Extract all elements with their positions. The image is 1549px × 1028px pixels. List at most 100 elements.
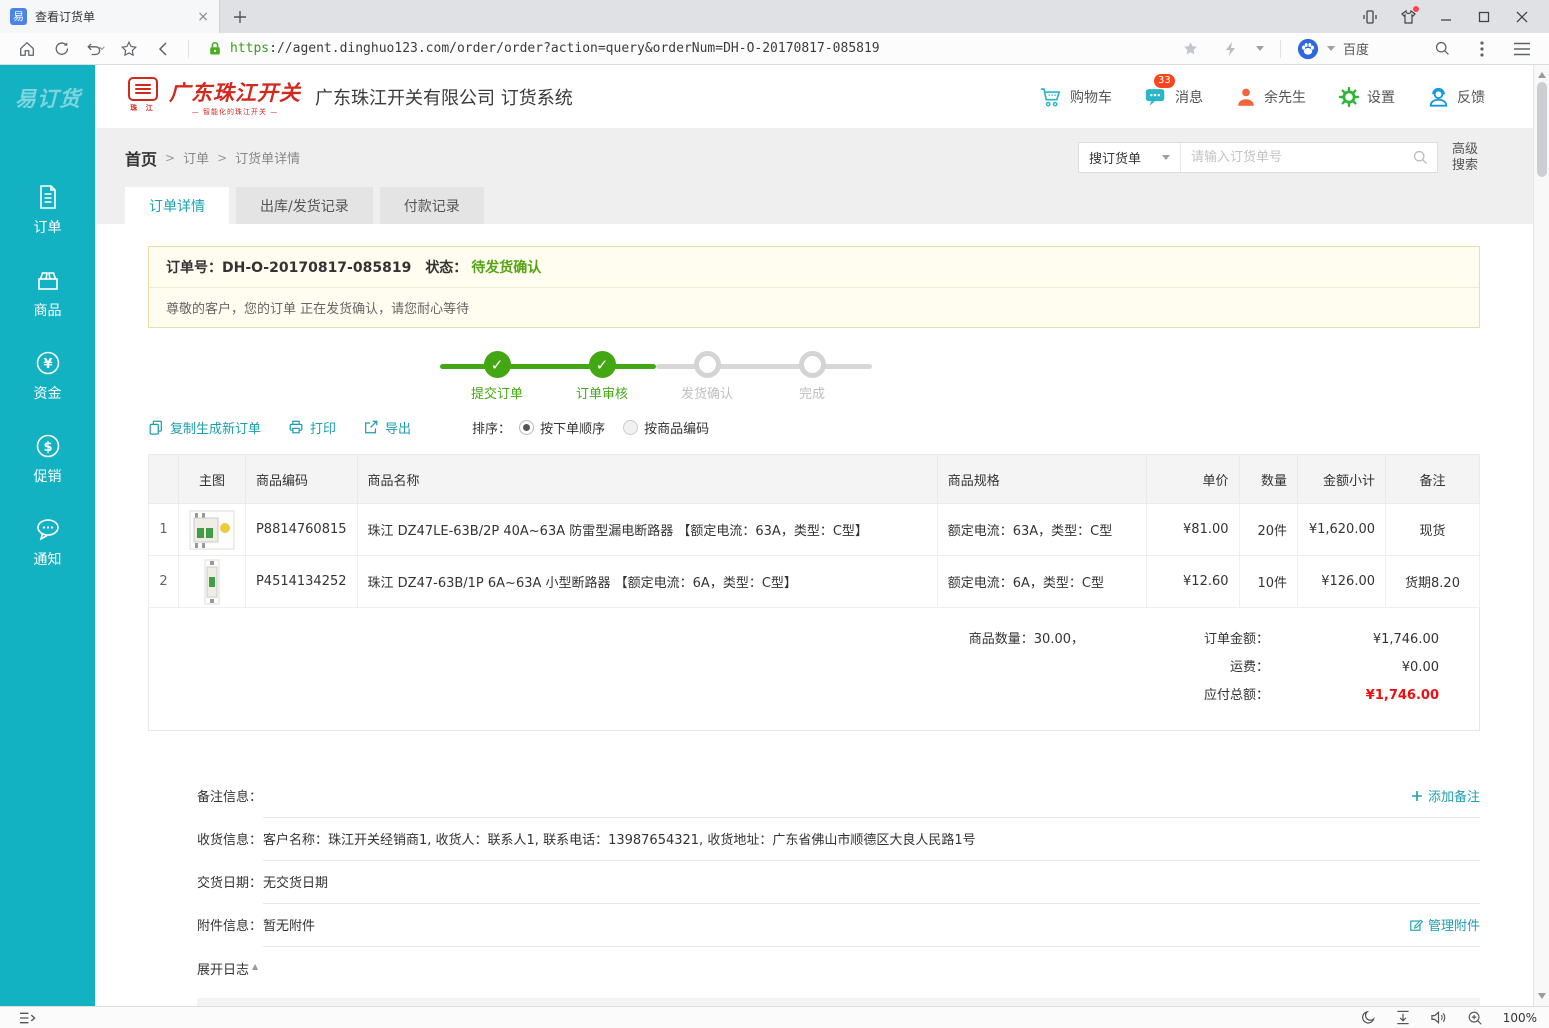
close-tab-icon[interactable]: × — [197, 10, 209, 24]
radio-selected-icon — [519, 420, 534, 435]
col-thumb: 主图 — [178, 455, 245, 504]
order-search-input[interactable] — [1181, 143, 1403, 172]
add-remark-button[interactable]: 添加备注 — [1411, 786, 1480, 805]
toolbar-divider — [1280, 40, 1281, 58]
refresh-icon[interactable] — [46, 36, 76, 62]
sidebar-item-products[interactable]: 商品 — [34, 266, 62, 320]
zoom-level[interactable]: 100% — [1503, 1011, 1537, 1025]
extensions-bolt-icon[interactable] — [1216, 36, 1246, 62]
tab-order-detail[interactable]: 订单详情 — [125, 187, 229, 224]
search-engine-selector[interactable]: 百度 — [1297, 38, 1369, 60]
zoom-icon[interactable] — [1467, 1010, 1483, 1026]
print-button[interactable]: 打印 — [288, 418, 336, 437]
bookmark-star-icon[interactable] — [114, 36, 144, 62]
product-qty: 10件 — [1239, 556, 1298, 608]
feedback-button[interactable]: 反馈 — [1427, 86, 1485, 108]
chevron-down-icon[interactable] — [1256, 46, 1264, 51]
maximize-button[interactable] — [1465, 0, 1503, 33]
breadcrumb-orders[interactable]: 订单 — [183, 148, 209, 167]
yuan-circle-icon: ¥ — [34, 349, 62, 377]
remark-section: 备注信息： 添加备注 — [148, 777, 1480, 820]
status-value: 待发货确认 — [471, 260, 541, 276]
product-thumbnail[interactable] — [178, 504, 245, 556]
search-category-dropdown[interactable]: 搜订货单 — [1079, 143, 1181, 172]
export-icon — [363, 419, 379, 435]
tab-payment-records[interactable]: 付款记录 — [380, 187, 484, 224]
document-icon — [34, 183, 62, 211]
product-subtotal: ¥126.00 — [1298, 556, 1386, 608]
product-code: P4514134252 — [245, 556, 357, 608]
new-tab-button[interactable] — [220, 0, 260, 33]
advanced-search-link[interactable]: 高级搜索 — [1450, 142, 1480, 174]
breadcrumb-separator: > — [165, 151, 175, 165]
attachment-value: 暂无附件 — [263, 915, 1409, 934]
edit-icon — [1409, 918, 1423, 932]
breadcrumb-row: 首页 > 订单 > 订货单详情 搜订货单 高级搜索 — [95, 128, 1533, 187]
shipping-label: 收货信息： — [197, 820, 263, 848]
tab-shipping-records[interactable]: 出库/发货记录 — [236, 187, 373, 224]
hamburger-menu-icon[interactable] — [1507, 36, 1537, 62]
cart-icon — [1039, 85, 1063, 108]
copy-order-button[interactable]: 复制生成新订单 — [148, 418, 261, 437]
radio-unselected-icon — [623, 420, 638, 435]
address-bar[interactable]: https://agent.dinghuo123.com/order/order… — [199, 40, 1172, 57]
kebab-menu-icon[interactable] — [1467, 36, 1497, 62]
messages-button[interactable]: 33 消息 — [1144, 85, 1203, 108]
search-submit-icon[interactable] — [1403, 143, 1437, 172]
sort-by-order-radio[interactable]: 按下单顺序 — [519, 418, 605, 437]
check-icon — [484, 351, 511, 378]
order-detail-panel: 订单号：DH-O-20170817-085819状态：待发货确认 尊敬的客户，您… — [95, 224, 1533, 1006]
order-actions-row: 复制生成新订单 打印 导出 排序： 按下单顺序 按商品编码 — [148, 414, 1480, 440]
status-label: 状态： — [425, 260, 467, 276]
sidebar-item-orders[interactable]: 订单 — [34, 183, 62, 237]
account-button[interactable]: 余先生 — [1235, 86, 1306, 108]
package-icon — [34, 266, 62, 294]
close-window-button[interactable] — [1503, 0, 1541, 33]
night-mode-icon[interactable] — [1361, 1010, 1376, 1025]
cart-button[interactable]: 购物车 — [1039, 85, 1112, 108]
browser-tab[interactable]: 易 查看订货单 × — [0, 0, 220, 33]
product-name: 珠江 DZ47-63B/1P 6A~63A 小型断路器 【额定电流：6A，类型：… — [357, 556, 937, 608]
col-subtotal: 金额小计 — [1298, 455, 1386, 504]
shipping-section: 收货信息： 客户名称：珠江开关经销商1, 收货人：联系人1, 联系电话：1398… — [148, 820, 1480, 863]
scrollbar-thumb[interactable] — [1537, 82, 1547, 177]
nav-label: 设置 — [1367, 87, 1395, 107]
skin-theme-icon[interactable] — [1389, 0, 1427, 33]
export-button[interactable]: 导出 — [363, 418, 411, 437]
home-icon[interactable] — [12, 36, 42, 62]
sidebar-item-funds[interactable]: ¥ 资金 — [34, 349, 62, 403]
delivery-date-value: 无交货日期 — [263, 872, 1480, 891]
col-price: 单价 — [1147, 455, 1239, 504]
sidebar-expand-icon[interactable] — [12, 1005, 42, 1028]
order-status-notice: 订单号：DH-O-20170817-085819状态：待发货确认 尊敬的客户，您… — [148, 246, 1480, 328]
sound-icon[interactable] — [1430, 1010, 1447, 1025]
mobile-sync-icon[interactable] — [1351, 0, 1389, 33]
collapse-back-icon[interactable] — [148, 36, 178, 62]
sidebar-item-notifications[interactable]: 通知 — [34, 515, 62, 569]
sidebar-item-promotions[interactable]: $ 促销 — [34, 432, 62, 486]
sort-by-code-radio[interactable]: 按商品编码 — [623, 418, 709, 437]
remark-label: 备注信息： — [197, 777, 263, 805]
table-row: 1 P8814760815 珠江 DZ47LE-63B/2P 40A~63A 防… — [149, 504, 1480, 556]
vertical-scrollbar[interactable] — [1533, 65, 1549, 1006]
favorites-star-icon[interactable] — [1176, 36, 1206, 62]
scroll-up-arrow[interactable] — [1538, 72, 1546, 78]
feedback-icon — [1427, 86, 1450, 108]
settings-button[interactable]: 设置 — [1338, 86, 1395, 108]
product-qty: 20件 — [1239, 504, 1298, 556]
nav-label: 反馈 — [1457, 87, 1485, 107]
scroll-down-arrow[interactable] — [1538, 993, 1546, 999]
order-status-message: 尊敬的客户，您的订单 正在发货确认，请您耐心等待 — [149, 288, 1479, 327]
product-thumbnail[interactable] — [178, 556, 245, 608]
expand-log-toggle[interactable]: 展开日志 — [148, 959, 1480, 978]
minimize-button[interactable] — [1427, 0, 1465, 33]
breadcrumb-home[interactable]: 首页 — [125, 146, 157, 170]
download-manager-icon[interactable] — [1396, 1010, 1410, 1025]
search-icon[interactable] — [1427, 36, 1457, 62]
plus-icon — [1411, 790, 1423, 802]
undo-history-icon[interactable] — [80, 36, 110, 62]
attachment-label: 附件信息： — [197, 906, 263, 934]
sidebar-item-label: 促销 — [34, 466, 62, 486]
amount-label: 订单金额： — [1084, 626, 1269, 654]
manage-attachment-button[interactable]: 管理附件 — [1409, 915, 1480, 934]
